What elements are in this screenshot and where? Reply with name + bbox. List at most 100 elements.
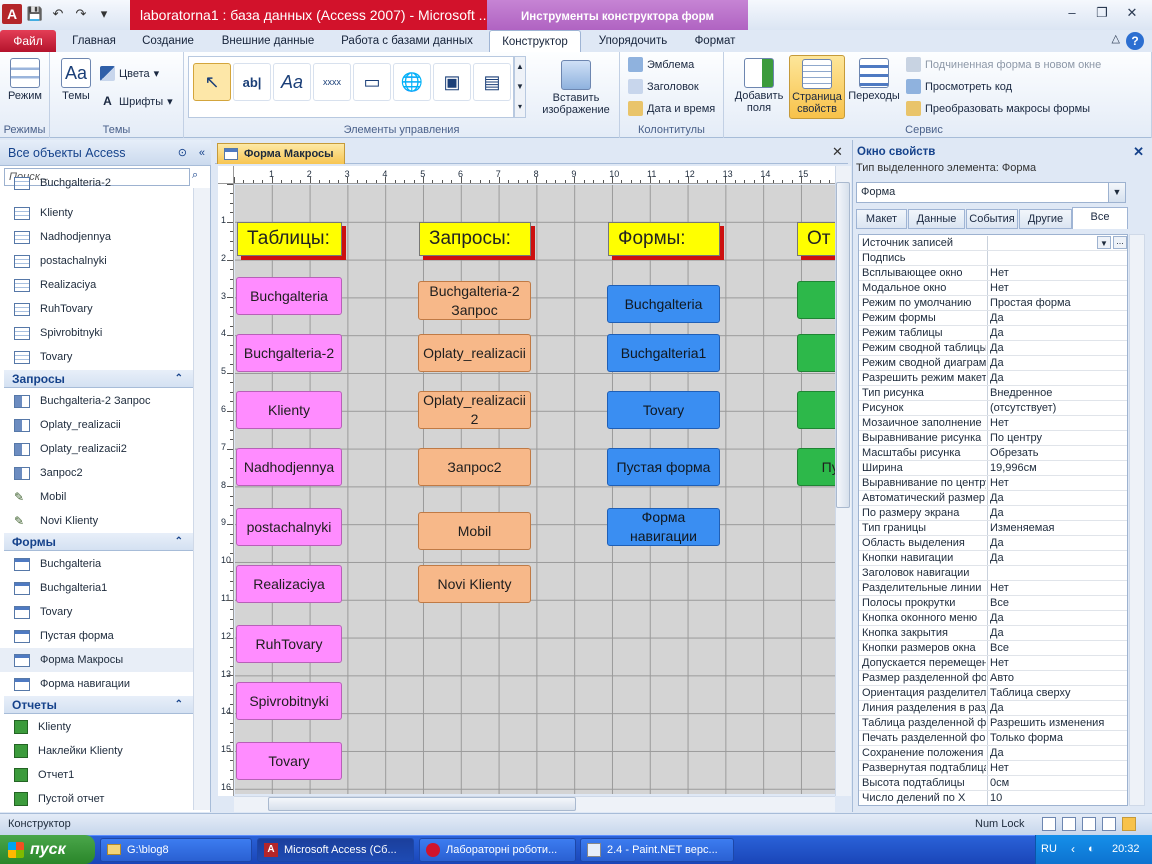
nav-list-item[interactable]: Пустая форма bbox=[0, 624, 193, 648]
chevron-down-icon[interactable]: ▼ bbox=[1097, 236, 1111, 249]
datasheet-view-icon[interactable] bbox=[1062, 817, 1076, 831]
table-open-button[interactable]: Nadhodjennya bbox=[236, 448, 342, 486]
property-value[interactable]: Да bbox=[987, 701, 1127, 715]
property-value[interactable]: Да bbox=[987, 341, 1127, 355]
property-value[interactable]: Разрешить изменения bbox=[987, 716, 1127, 730]
property-value[interactable]: Да bbox=[987, 311, 1127, 325]
property-value[interactable]: Нет bbox=[987, 281, 1127, 295]
section-label[interactable]: Формы: bbox=[608, 222, 720, 256]
tab-control-icon[interactable]: ▭ bbox=[353, 63, 391, 101]
nav-list-item[interactable]: Tovary bbox=[0, 600, 193, 624]
hyperlink-control-icon[interactable]: 🌐 bbox=[393, 63, 431, 101]
datetime-button[interactable]: Дата и время bbox=[628, 101, 715, 116]
property-value[interactable] bbox=[987, 251, 1127, 265]
property-value[interactable]: Нет bbox=[987, 266, 1127, 280]
property-value[interactable]: Нет bbox=[987, 581, 1127, 595]
property-row[interactable]: Подпись bbox=[859, 251, 1127, 266]
property-row[interactable]: Режим сводной таблицы Да bbox=[859, 341, 1127, 356]
nav-list-item[interactable]: Наклейки Klienty bbox=[0, 739, 193, 763]
property-row[interactable]: Тип границы Изменяемая bbox=[859, 521, 1127, 536]
table-open-button[interactable]: Tovary bbox=[236, 742, 342, 780]
property-row[interactable]: Заголовок навигации bbox=[859, 566, 1127, 581]
property-value[interactable]: Авто bbox=[987, 671, 1127, 685]
nav-list-item[interactable]: Buchgalteria-2 Запрос bbox=[0, 389, 193, 413]
gallery-scroll[interactable]: ▲ ▼ ▾ bbox=[514, 56, 526, 118]
nav-table-item[interactable]: Klienty bbox=[0, 201, 193, 225]
property-value[interactable]: Да bbox=[987, 746, 1127, 760]
property-row[interactable]: Размер разделенной формыАвто bbox=[859, 671, 1127, 686]
property-row[interactable]: Рисунок (отсутствует) bbox=[859, 401, 1127, 416]
pivot-view-icon[interactable] bbox=[1102, 817, 1116, 831]
property-value[interactable]: ▼... bbox=[987, 236, 1127, 250]
nav-list-item[interactable]: Oplaty_realizacii bbox=[0, 413, 193, 437]
themes-button[interactable]: Aa Темы bbox=[56, 58, 96, 102]
table-open-button[interactable]: Realizaciya bbox=[236, 565, 342, 603]
property-value[interactable]: Да bbox=[987, 371, 1127, 385]
layout-view-icon[interactable] bbox=[1082, 817, 1096, 831]
collapse-chevron-icon[interactable]: ⌃ bbox=[175, 696, 183, 714]
property-value[interactable]: Нет bbox=[987, 656, 1127, 670]
nav-collapse-icon[interactable]: « bbox=[199, 147, 205, 159]
tray-arrow-icon[interactable]: ‹ bbox=[1071, 835, 1075, 864]
property-row[interactable]: Таблица разделенной формыРазрешить измен… bbox=[859, 716, 1127, 731]
table-open-button[interactable]: Buchgalteria bbox=[236, 277, 342, 315]
view-button[interactable]: Режим bbox=[4, 58, 46, 102]
tab-external-data[interactable]: Внешние данные bbox=[214, 30, 322, 52]
property-row[interactable]: Печать разделенной формыТолько форма bbox=[859, 731, 1127, 746]
start-button[interactable]: пуск bbox=[0, 835, 95, 864]
property-value[interactable]: Изменяемая bbox=[987, 521, 1127, 535]
property-value[interactable]: Простая форма bbox=[987, 296, 1127, 310]
property-row[interactable]: Кнопка закрытия Да bbox=[859, 626, 1127, 641]
property-row[interactable]: Режим формы Да bbox=[859, 311, 1127, 326]
property-row[interactable]: Число делений по X 10 bbox=[859, 791, 1127, 805]
nav-menu-icon[interactable]: ⊙ bbox=[178, 146, 187, 159]
form-open-button[interactable]: Buchgalteria bbox=[607, 285, 720, 323]
property-value[interactable]: Все bbox=[987, 641, 1127, 655]
tab-database-tools[interactable]: Работа с базами данных bbox=[334, 30, 480, 52]
property-row[interactable]: Источник записей ▼... bbox=[859, 236, 1127, 251]
document-tab[interactable]: Форма Макросы bbox=[217, 143, 345, 164]
form-open-button[interactable]: Tovary bbox=[607, 391, 720, 429]
section-label[interactable]: От bbox=[797, 222, 835, 256]
property-row[interactable]: Всплывающее окно Нет bbox=[859, 266, 1127, 281]
design-horizontal-thumb[interactable] bbox=[268, 797, 576, 811]
form-open-button[interactable]: Buchgalteria1 bbox=[607, 334, 720, 372]
collapse-chevron-icon[interactable]: ⌃ bbox=[175, 533, 183, 551]
property-sheet-close-icon[interactable]: ✕ bbox=[1133, 142, 1144, 162]
form-open-button[interactable]: Пустая форма bbox=[607, 448, 720, 486]
property-row[interactable]: Кнопки навигации Да bbox=[859, 551, 1127, 566]
select-pointer-icon[interactable]: ↖ bbox=[193, 63, 231, 101]
nav-list-item[interactable]: Форма Макросы bbox=[0, 648, 193, 672]
nav-list-item[interactable]: Пустой отчет bbox=[0, 787, 193, 811]
property-value[interactable]: Да bbox=[987, 326, 1127, 340]
property-row[interactable]: Мозаичное заполнение Нет bbox=[859, 416, 1127, 431]
nav-list-item[interactable]: Buchgalteria1 bbox=[0, 576, 193, 600]
property-row[interactable]: Кнопки размеров окна Все bbox=[859, 641, 1127, 656]
property-row[interactable]: По размеру экрана Да bbox=[859, 506, 1127, 521]
help-icon[interactable]: ? bbox=[1126, 32, 1144, 50]
tab-format[interactable]: Формат bbox=[686, 30, 744, 52]
property-value[interactable]: Внедренное bbox=[987, 386, 1127, 400]
nav-list-item[interactable]: ✎ Mobil bbox=[0, 485, 193, 509]
close-icon[interactable]: ✕ bbox=[1118, 4, 1146, 22]
property-row[interactable]: Режим таблицы Да bbox=[859, 326, 1127, 341]
property-value[interactable]: Все bbox=[987, 596, 1127, 610]
property-tab[interactable]: Все bbox=[1072, 207, 1128, 229]
property-row[interactable]: Ширина 19,996см bbox=[859, 461, 1127, 476]
table-open-button[interactable]: Klienty bbox=[236, 391, 342, 429]
property-row[interactable]: Тип рисунка Внедренное bbox=[859, 386, 1127, 401]
property-row[interactable]: Кнопка оконного меню Да bbox=[859, 611, 1127, 626]
property-value[interactable]: Обрезать bbox=[987, 446, 1127, 460]
nav-scrollbar[interactable] bbox=[193, 188, 210, 810]
nav-group-header[interactable]: Отчеты ⌃ bbox=[4, 696, 193, 714]
nav-table-item[interactable]: Realizaciya bbox=[0, 273, 193, 297]
builder-ellipsis-icon[interactable]: ... bbox=[1113, 236, 1127, 249]
property-tab[interactable]: Макет bbox=[856, 209, 907, 229]
title-button[interactable]: Заголовок bbox=[628, 79, 699, 94]
property-row[interactable]: Сохранение положения Да bbox=[859, 746, 1127, 761]
add-fields-button[interactable]: Добавить поля bbox=[728, 58, 790, 114]
nav-list-item[interactable]: Отчет1 bbox=[0, 763, 193, 787]
property-row[interactable]: Развернутая подтаблица Нет bbox=[859, 761, 1127, 776]
nav-list-item[interactable]: Форма навигации bbox=[0, 672, 193, 696]
access-logo-icon[interactable]: A bbox=[2, 4, 22, 24]
